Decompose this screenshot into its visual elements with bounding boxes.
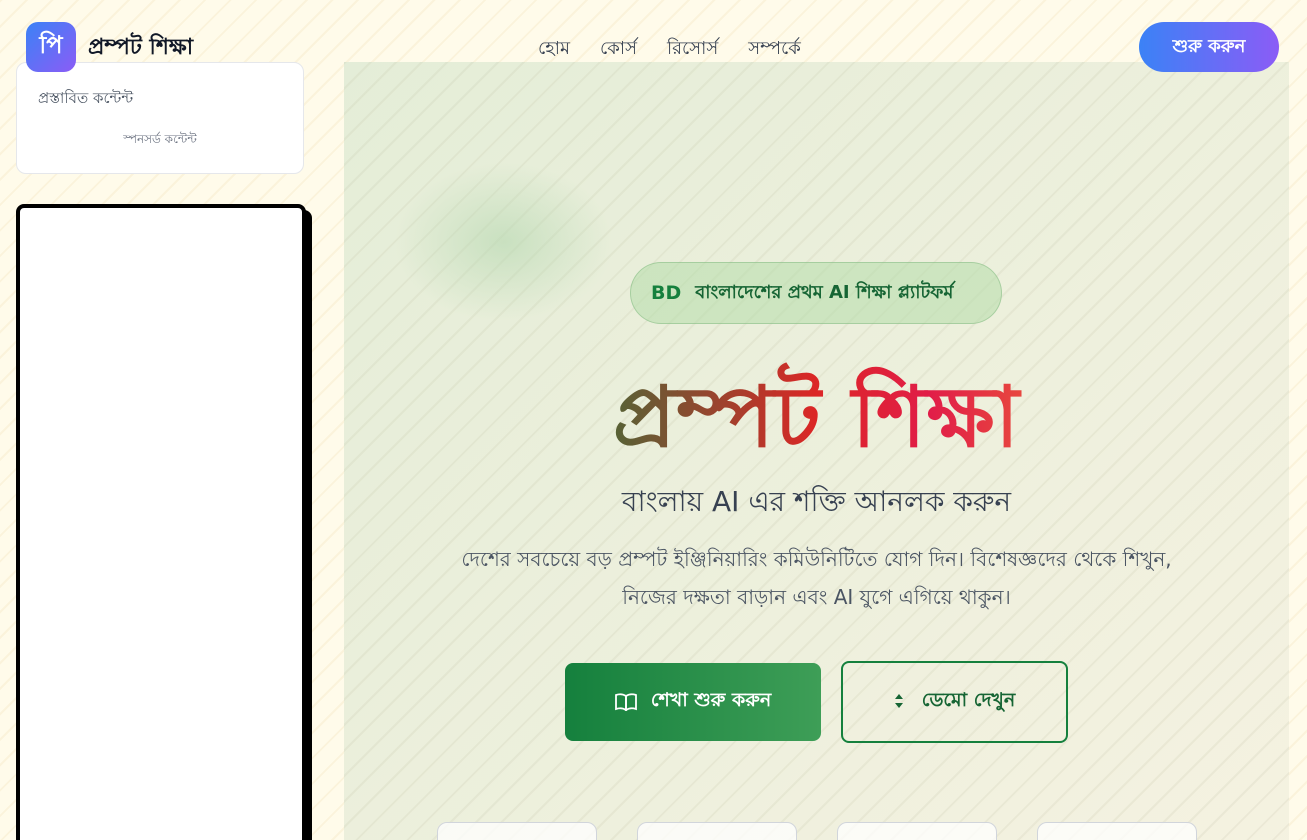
hero-description-line-2: নিজের দক্ষতা বাড়ান এবং AI যুগে এগিয়ে থ…	[622, 585, 1011, 609]
nav-item-resources[interactable]: রিসোর্স	[667, 34, 718, 65]
watch-demo-button[interactable]: ডেমো দেখুন	[841, 661, 1068, 743]
hero-section: BD বাংলাদেশের প্রথম AI শিক্ষা প্ল্যাটফর্…	[344, 62, 1289, 840]
sponsored-card-title: প্রস্তাবিত কন্টেন্ট	[38, 89, 134, 107]
logo-text[interactable]: প্রম্পট শিক্ষা	[88, 30, 193, 67]
watch-demo-label: ডেমো দেখুন	[921, 689, 1016, 711]
nav-item-about[interactable]: সম্পর্কে	[748, 34, 801, 65]
hero-subtitle: বাংলায় AI এর শক্তি আনলক করুন	[621, 485, 1012, 518]
sponsored-card-subtitle: স্পনসর্ড কন্টেন্ট	[123, 132, 197, 146]
nav-item-courses[interactable]: কোর্স	[600, 34, 637, 65]
feature-card[interactable]	[437, 822, 597, 840]
feature-card[interactable]	[637, 822, 797, 840]
main-nav: হোম কোর্স রিসোর্স সম্পর্কে	[538, 34, 801, 65]
up-down-icon	[894, 693, 904, 712]
hero-description: দেশের সবচেয়ে বড় প্রম্পট ইঞ্জিনিয়ারিং …	[404, 540, 1229, 616]
bd-flag-icon: BD	[651, 282, 682, 304]
hero-title: প্রম্পট শিক্ষা	[344, 352, 1289, 493]
start-learning-button[interactable]: শেখা শুরু করুন	[565, 663, 821, 741]
get-started-button[interactable]: শুরু করুন	[1139, 22, 1279, 72]
hero-glow	[394, 162, 614, 322]
feature-card[interactable]	[1037, 822, 1197, 840]
nav-item-home[interactable]: হোম	[538, 34, 570, 65]
logo-badge[interactable]: পি	[26, 22, 76, 72]
hero-description-line-1: দেশের সবচেয়ে বড় প্রম্পট ইঞ্জিনিয়ারিং …	[461, 547, 1172, 571]
sponsored-card: প্রস্তাবিত কন্টেন্ট স্পনসর্ড কন্টেন্ট	[16, 62, 304, 174]
hero-badge: BD বাংলাদেশের প্রথম AI শিক্ষা প্ল্যাটফর্…	[630, 262, 1002, 324]
top-navbar: পি প্রম্পট শিক্ষা হোম কোর্স রিসোর্স সম্প…	[0, 0, 1307, 72]
ad-slot[interactable]	[16, 204, 306, 840]
feature-card[interactable]	[837, 822, 997, 840]
book-icon	[614, 693, 637, 712]
start-learning-label: শেখা শুরু করুন	[650, 689, 772, 711]
hero-badge-text: বাংলাদেশের প্রথম AI শিক্ষা প্ল্যাটফর্ম	[695, 281, 954, 303]
